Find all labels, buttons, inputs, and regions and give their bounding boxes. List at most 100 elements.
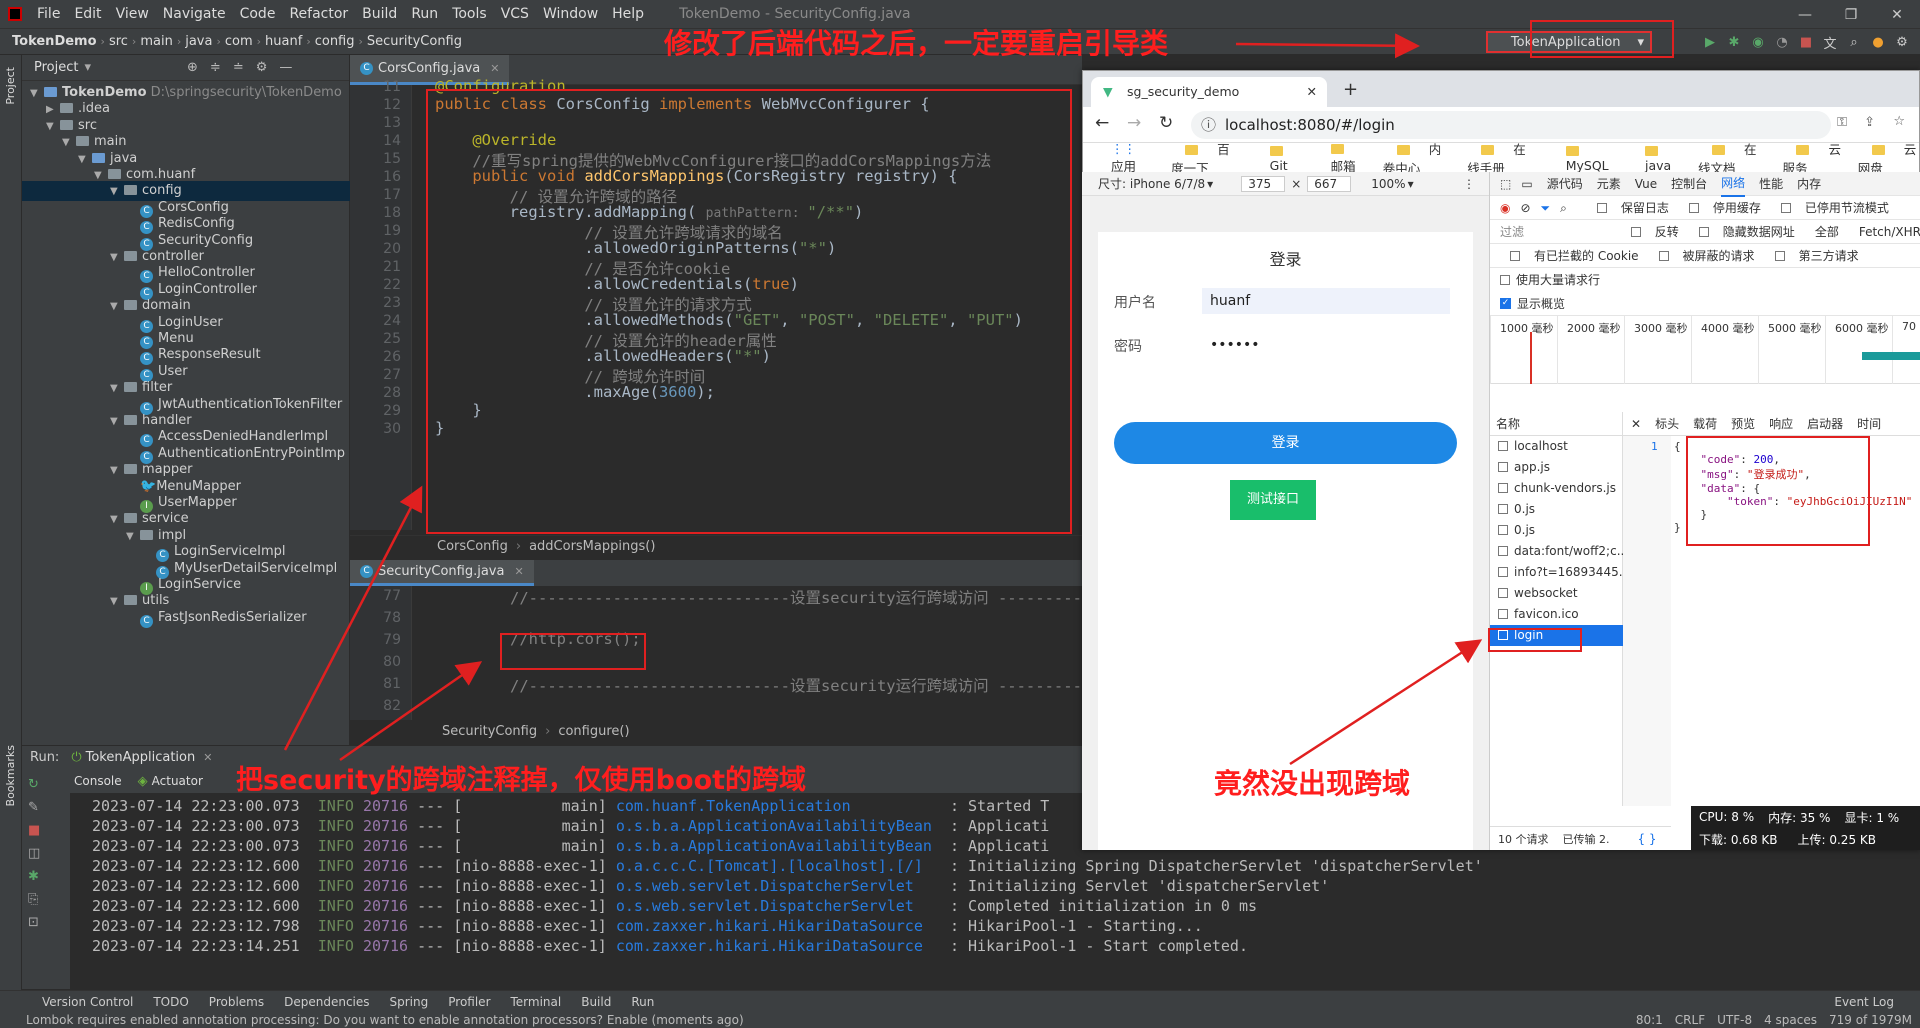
breadcrumb-item[interactable]: main	[136, 34, 176, 49]
breadcrumb-item[interactable]: SecurityConfig	[363, 34, 466, 49]
camera-icon[interactable]: ◫	[28, 846, 64, 861]
restore-icon[interactable]: ❐	[1828, 7, 1874, 23]
option-1[interactable]: 隐藏数据网址	[1689, 220, 1795, 244]
request-info-t-16893445-[interactable]: info?t=16893445...	[1490, 562, 1623, 583]
devtools-tab-Vue[interactable]: Vue	[1635, 172, 1657, 196]
translate-icon[interactable]: 文	[1818, 33, 1842, 52]
expand-all-icon[interactable]: ≑	[210, 60, 221, 75]
detail-tab-启动器[interactable]: 启动器	[1807, 415, 1843, 432]
key-icon[interactable]: ⚿	[1837, 115, 1847, 130]
collapse-all-icon[interactable]: ≐	[233, 60, 244, 75]
menu-item-navigate[interactable]: Navigate	[156, 6, 233, 22]
password-input[interactable]: ••••••	[1202, 332, 1450, 358]
status-message[interactable]: Lombok requires enabled annotation proce…	[26, 1013, 744, 1027]
menu-item-edit[interactable]: Edit	[67, 6, 108, 22]
devtools-tab-性能[interactable]: 性能	[1759, 172, 1783, 196]
breadcrumb-method[interactable]: addCorsMappings()	[529, 539, 655, 554]
devtools-tab-元素[interactable]: 元素	[1597, 172, 1621, 196]
event-log-button[interactable]: Event Log	[1824, 995, 1904, 1009]
bookmark-2[interactable]: Git	[1256, 143, 1303, 173]
pretty-print-icon[interactable]: { }	[1623, 826, 1671, 850]
bookmark-star-icon[interactable]: ☆	[1893, 114, 1905, 129]
settings-icon[interactable]: ⚙	[1890, 35, 1914, 50]
tree-item-fastjsonredisserializer[interactable]: C FastJsonRedisSerializer	[22, 608, 350, 628]
use-large-rows[interactable]: 使用大量请求行	[1490, 268, 1920, 292]
rerun-icon[interactable]: ↻	[28, 777, 64, 792]
filter-input[interactable]: 过滤	[1500, 220, 1601, 244]
debug-icon[interactable]: ✱	[28, 869, 64, 884]
bookmark-10[interactable]: 云网盘	[1858, 139, 1919, 177]
show-overview[interactable]: ✓ 显示概览	[1490, 292, 1920, 316]
tab-console[interactable]: Console	[64, 774, 132, 788]
stop-icon[interactable]: ■	[28, 823, 64, 838]
project-tool-button[interactable]: Project	[4, 67, 17, 105]
breadcrumb-item[interactable]: config	[311, 34, 359, 49]
new-tab-icon[interactable]: +	[1343, 79, 1358, 100]
device-height-input[interactable]: 667	[1307, 175, 1352, 192]
tool-tab-spring[interactable]: Spring	[380, 995, 439, 1009]
close-icon[interactable]: ✕	[203, 751, 212, 764]
breadcrumb-class[interactable]: CorsConfig	[437, 539, 508, 554]
checkbox[interactable]	[1780, 202, 1791, 213]
name-column-header[interactable]: 名称	[1490, 412, 1623, 436]
bookmark-3[interactable]: 邮箱	[1317, 141, 1369, 175]
browser-tab[interactable]: ▼ sg_security_demo ✕	[1091, 77, 1327, 107]
checkbox[interactable]	[1596, 202, 1607, 213]
checkbox[interactable]	[1510, 250, 1520, 261]
breadcrumb-class[interactable]: SecurityConfig	[442, 724, 537, 739]
zoom-select[interactable]: 100%	[1371, 177, 1405, 191]
breadcrumb-item[interactable]: com	[221, 34, 257, 49]
minimize-icon[interactable]: —	[1782, 7, 1828, 23]
device-toggle-icon[interactable]: ▭	[1521, 172, 1532, 196]
request-0-js[interactable]: 0.js	[1490, 520, 1623, 541]
project-label[interactable]: Project	[34, 60, 78, 75]
menu-item-help[interactable]: Help	[605, 6, 651, 22]
option-3[interactable]: Fetch/XHR	[1849, 220, 1920, 244]
devtools-tab-内存[interactable]: 内存	[1797, 172, 1821, 196]
username-input[interactable]: huanf	[1202, 288, 1450, 314]
menu-item-run[interactable]: Run	[404, 6, 445, 22]
request-app-js[interactable]: app.js	[1490, 457, 1623, 478]
tool-tab-todo[interactable]: TODO	[143, 995, 198, 1009]
run-icon[interactable]: ▶	[1698, 35, 1722, 50]
breadcrumb-item[interactable]: TokenDemo	[8, 34, 101, 49]
detail-tab-预览[interactable]: 预览	[1731, 415, 1755, 432]
clear-icon[interactable]: ⊘	[1520, 196, 1530, 220]
filter-icon[interactable]: ⏷	[1541, 196, 1551, 220]
checkbox[interactable]	[1698, 226, 1709, 237]
record-icon[interactable]: ◉	[1500, 196, 1510, 220]
menu-item-window[interactable]: Window	[536, 6, 605, 22]
search-icon[interactable]: ⌕	[1560, 196, 1567, 220]
code-editor-securityconfig[interactable]: 77 78 79 80 81 82 //-------------------------…	[350, 586, 1278, 726]
pin-icon[interactable]: ⊡	[28, 915, 64, 930]
wrench-icon[interactable]: ✎	[28, 800, 64, 815]
status-item[interactable]: 80:1	[1636, 1013, 1663, 1027]
request-data-font-woff2-c-[interactable]: data:font/woff2;c...	[1490, 541, 1623, 562]
coverage-icon[interactable]: ◉	[1746, 35, 1770, 50]
bookmark-4[interactable]: 内卷中心	[1383, 139, 1453, 177]
bookmark-0[interactable]: ⋮⋮ 应用	[1097, 141, 1157, 175]
checkbox[interactable]	[1658, 250, 1669, 261]
share-icon[interactable]: ⇪	[1864, 115, 1875, 130]
detail-tab-标头[interactable]: 标头	[1655, 415, 1679, 432]
stop-icon[interactable]: ■	[1794, 35, 1818, 50]
update-icon[interactable]: ●	[1866, 35, 1890, 50]
breadcrumb-method[interactable]: configure()	[558, 724, 629, 739]
locate-icon[interactable]: ⊕	[187, 60, 198, 75]
breadcrumb-item[interactable]: src	[105, 34, 132, 49]
menu-item-vcs[interactable]: VCS	[494, 6, 536, 22]
reload-icon[interactable]: ↻	[1159, 113, 1173, 133]
option-1[interactable]: 被屏蔽的请求	[1649, 244, 1755, 268]
profile-icon[interactable]: ◔	[1770, 35, 1794, 50]
detail-tab-载荷[interactable]: 载荷	[1693, 415, 1717, 432]
devtools-tab-控制台[interactable]: 控制台	[1671, 172, 1707, 196]
tool-tab-version-control[interactable]: Version Control	[32, 995, 143, 1009]
login-button[interactable]: 登录	[1114, 422, 1457, 464]
option-0[interactable]: 反转	[1621, 220, 1679, 244]
close-icon[interactable]: ✕	[1307, 77, 1317, 107]
devtools-tab-网络[interactable]: 网络	[1721, 171, 1746, 197]
more-icon[interactable]: ⋮	[1463, 177, 1475, 191]
bookmark-7[interactable]: java	[1631, 143, 1684, 173]
menu-item-refactor[interactable]: Refactor	[282, 6, 355, 22]
detail-tab-时间[interactable]: 时间	[1857, 415, 1881, 432]
